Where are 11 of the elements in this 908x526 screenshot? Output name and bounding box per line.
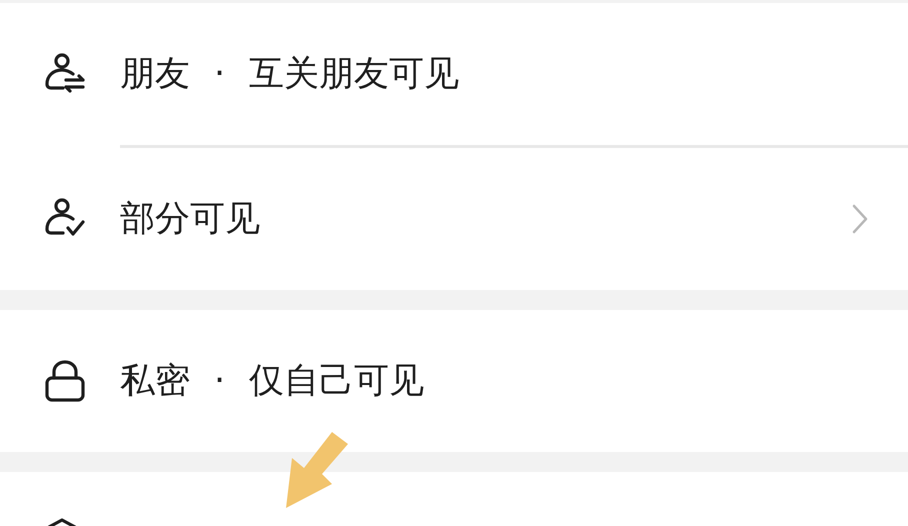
- option-label: 私密: [120, 360, 190, 403]
- separator-dot: ·: [214, 52, 226, 96]
- option-label: 部分可见: [120, 198, 260, 241]
- lock-icon: [43, 359, 87, 403]
- option-label: 朋友: [120, 52, 190, 96]
- visibility-option[interactable]: 私密 · 仅自己可见: [0, 310, 908, 452]
- visibility-option[interactable]: 朋友 · 互关朋友可见: [0, 3, 908, 145]
- separator-dot: ·: [214, 360, 226, 403]
- visibility-option[interactable]: 部分可见: [0, 148, 908, 290]
- option-detail: 互关朋友可见: [249, 52, 460, 96]
- option-detail: 仅自己可见: [249, 360, 424, 403]
